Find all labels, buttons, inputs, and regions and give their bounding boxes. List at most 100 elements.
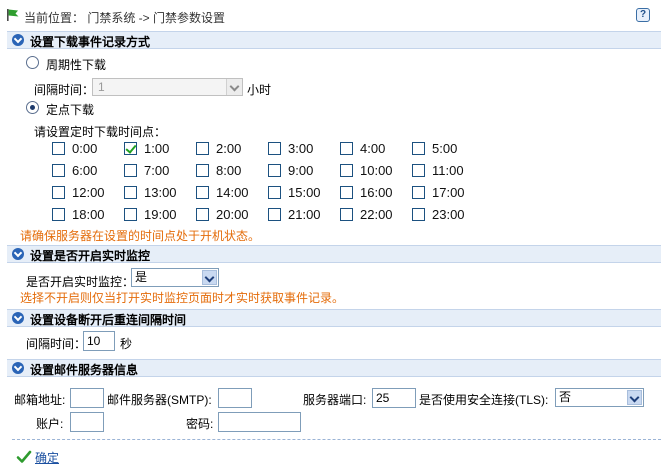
hour-checkbox[interactable] [124,142,137,155]
hour-label: 13:00 [144,185,177,200]
password-input[interactable] [218,412,301,432]
hour-label: 22:00 [360,207,393,222]
hour-checkbox[interactable] [52,142,65,155]
port-input[interactable]: 25 [372,388,416,408]
hour-label: 12:00 [72,185,105,200]
hour-checkbox[interactable] [340,142,353,155]
chevron-down-icon[interactable] [12,34,24,46]
timepoints-label: 请设置定时下载时间点： [34,125,167,139]
hour-label: 10:00 [360,163,393,178]
periodic-download-radio[interactable] [26,56,39,69]
hour-checkbox[interactable] [268,186,281,199]
hour-label: 0:00 [72,141,98,156]
hour-label: 16:00 [360,185,393,200]
hour-checkbox[interactable] [52,208,65,221]
tls-label: 是否使用安全连接(TLS): [419,393,549,407]
section-header-realtime: 设置是否开启实时监控 [7,245,661,263]
hour-checkbox[interactable] [412,164,425,177]
hour-checkbox[interactable] [340,186,353,199]
hour-label: 1:00 [144,141,170,156]
tls-select[interactable]: 否 [555,388,644,407]
hour-label: 20:00 [216,207,249,222]
hour-checkbox[interactable] [412,142,425,155]
section-header-download: 设置下载事件记录方式 [7,31,661,49]
hour-checkbox[interactable] [340,164,353,177]
hour-checkbox[interactable] [340,208,353,221]
realtime-select[interactable]: 是 [131,268,219,287]
confirm-button[interactable]: 确定 [35,449,59,466]
hour-checkbox[interactable] [124,164,137,177]
password-label: 密码: [186,417,214,431]
check-icon[interactable] [16,449,32,465]
hour-label: 2:00 [216,141,242,156]
chevron-down-icon [627,390,642,405]
periodic-download-label: 周期性下载 [46,58,107,72]
breadcrumb: 当前位置： 门禁系统 -> 门禁参数设置 [24,11,226,25]
tls-select-value: 否 [559,390,572,404]
hour-label: 18:00 [72,207,105,222]
hour-checkbox[interactable] [412,186,425,199]
realtime-warning: 选择不开启则仅当打开实时监控页面时才实时获取事件记录。 [20,291,345,305]
interval-hours-value: 1 [98,80,105,94]
account-label: 账户: [36,417,64,431]
interval-label: 间隔时间： [34,83,95,97]
chevron-down-icon[interactable] [12,362,24,374]
hour-checkbox[interactable] [52,164,65,177]
email-input[interactable] [70,388,104,408]
smtp-label: 邮件服务器(SMTP): [107,393,212,407]
hour-label: 3:00 [288,141,314,156]
hour-label: 6:00 [72,163,98,178]
hour-checkbox[interactable] [268,164,281,177]
chevron-down-icon[interactable] [12,248,24,260]
help-icon[interactable]: ? [636,8,650,22]
chevron-down-icon[interactable] [12,312,24,324]
hour-checkbox[interactable] [196,142,209,155]
chevron-down-icon [226,79,242,95]
fixed-download-radio[interactable] [26,101,39,114]
section-title: 设置设备断开后重连间隔时间 [30,313,187,327]
reconnect-unit: 秒 [120,337,133,351]
port-label: 服务器端口: [303,393,367,407]
hour-checkbox[interactable] [52,186,65,199]
hour-label: 21:00 [288,207,321,222]
hour-checkbox[interactable] [268,208,281,221]
breadcrumb-bar: 当前位置： 门禁系统 -> 门禁参数设置 ? [0,0,661,30]
hour-label: 8:00 [216,163,242,178]
hour-label: 17:00 [432,185,465,200]
chevron-down-icon [202,270,217,285]
hour-checkbox[interactable] [196,186,209,199]
hour-label: 15:00 [288,185,321,200]
hour-checkbox[interactable] [124,208,137,221]
hour-checkbox[interactable] [268,142,281,155]
interval-hours-select: 1 [92,78,243,96]
fixed-download-label: 定点下载 [46,103,95,117]
interval-unit: 小时 [247,83,272,97]
hour-label: 19:00 [144,207,177,222]
flag-icon [7,9,19,21]
download-warning: 请确保服务器在设置的时间点处于开机状态。 [20,229,261,243]
hour-label: 4:00 [360,141,386,156]
hour-checkbox[interactable] [124,186,137,199]
reconnect-label: 间隔时间： [26,337,87,351]
hour-label: 23:00 [432,207,465,222]
hour-label: 14:00 [216,185,249,200]
hour-label: 7:00 [144,163,170,178]
hour-label: 5:00 [432,141,458,156]
hour-checkbox[interactable] [412,208,425,221]
section-header-mail: 设置邮件服务器信息 [7,359,661,377]
hour-label: 9:00 [288,163,314,178]
section-title: 设置邮件服务器信息 [30,363,139,377]
divider [12,439,661,440]
section-header-reconnect: 设置设备断开后重连间隔时间 [7,309,661,327]
realtime-select-value: 是 [135,270,148,284]
smtp-input[interactable] [218,388,252,408]
reconnect-interval-input[interactable]: 10 [83,331,115,351]
section-title: 设置是否开启实时监控 [30,249,151,263]
email-label: 邮箱地址: [14,393,66,407]
hour-label: 11:00 [432,163,464,178]
account-input[interactable] [70,412,104,432]
hour-checkbox[interactable] [196,208,209,221]
hour-checkbox[interactable] [196,164,209,177]
section-title: 设置下载事件记录方式 [30,35,151,49]
realtime-label: 是否开启实时监控： [26,275,135,289]
